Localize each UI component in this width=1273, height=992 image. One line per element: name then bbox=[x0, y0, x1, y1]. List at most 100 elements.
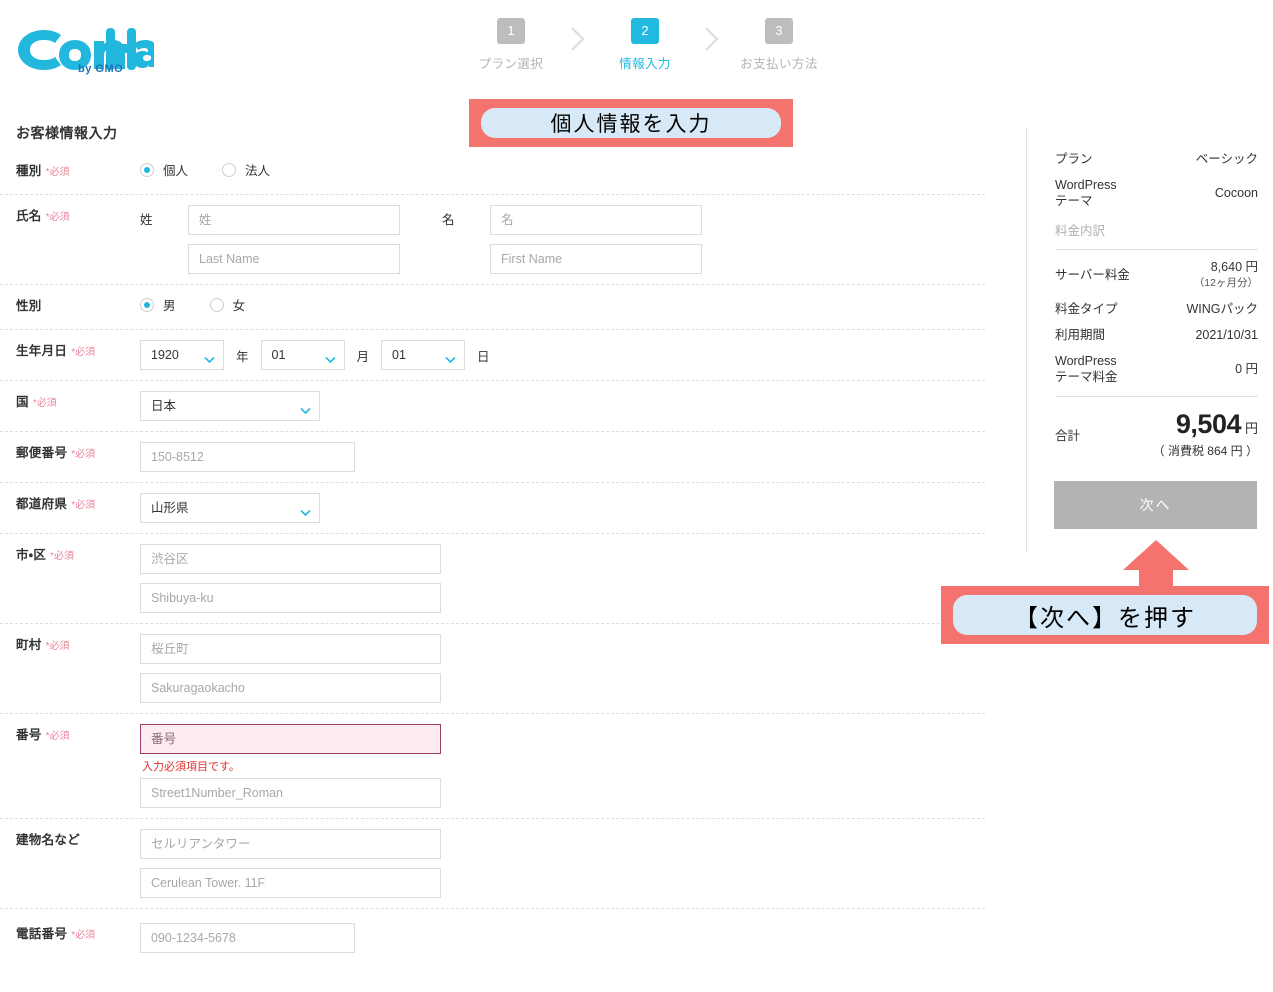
label-street-number-text: 番号 bbox=[16, 728, 42, 742]
summary-fee-type-value: WINGパック bbox=[1186, 302, 1258, 316]
label-building-text: 建物名など bbox=[16, 833, 81, 847]
radio-gender-female[interactable]: 女 bbox=[209, 295, 246, 314]
radio-dot-icon bbox=[140, 162, 154, 177]
first-name-en-input[interactable] bbox=[490, 244, 702, 274]
postal-code-input[interactable] bbox=[140, 442, 355, 472]
label-type-text: 種別 bbox=[16, 164, 42, 178]
phone-number-input[interactable] bbox=[140, 923, 355, 953]
stepper-step-2-label: 情報入力 bbox=[619, 57, 671, 71]
label-gender-text: 性別 bbox=[16, 299, 42, 313]
radio-dot-icon bbox=[140, 297, 154, 312]
label-building: 建物名など bbox=[0, 829, 140, 851]
radio-dot-icon bbox=[209, 297, 224, 312]
summary-divider-2 bbox=[1055, 396, 1258, 397]
sub-label-first-name: 名 bbox=[442, 213, 455, 227]
unit-year: 年 bbox=[236, 349, 249, 364]
radio-group-gender: 男 女 bbox=[140, 295, 985, 314]
annotation-callout-personal-info: 個人情報を入力 bbox=[469, 99, 793, 147]
town-en-input[interactable] bbox=[140, 673, 441, 703]
street-number-en-input[interactable] bbox=[140, 778, 441, 808]
radio-type-individual-label: 個人 bbox=[163, 164, 189, 178]
summary-theme-key-line2: テーマ bbox=[1055, 194, 1093, 208]
customer-info-form: 種別 *必須 個人 法人 氏名 *必須 姓 姓 Last Name 名 名 Fi… bbox=[0, 150, 985, 963]
stepper-step-2-badge: 2 bbox=[631, 18, 659, 44]
radio-type-individual[interactable]: 個人 bbox=[140, 160, 188, 179]
first-name-jp-input[interactable] bbox=[490, 205, 702, 235]
birth-year-select[interactable]: 1920 bbox=[140, 340, 224, 370]
sub-label-last-name: 姓 bbox=[140, 213, 153, 227]
annotation-callout-personal-info-text: 個人情報を入力 bbox=[481, 108, 781, 138]
summary-total-tax: （ 消費税 864 円 ） bbox=[1152, 444, 1258, 458]
label-birthday: 生年月日 *必須 bbox=[0, 340, 140, 364]
radio-type-corporate-label: 法人 bbox=[245, 164, 271, 178]
summary-total-amount: 9,504 bbox=[1175, 409, 1242, 439]
radio-type-corporate[interactable]: 法人 bbox=[222, 160, 270, 179]
label-country-text: 国 bbox=[16, 395, 29, 409]
stepper-chevron-1-icon bbox=[559, 18, 597, 54]
summary-total-right: 9,504 円 （ 消費税 864 円 ） bbox=[1153, 409, 1258, 459]
street-number-jp-input[interactable] bbox=[140, 724, 441, 754]
building-en-input[interactable] bbox=[140, 868, 441, 898]
birth-month-select-wrap: 01 bbox=[260, 340, 345, 370]
summary-plan-value: ベーシック bbox=[1195, 152, 1258, 166]
required-mark: *必須 bbox=[71, 347, 96, 358]
radio-gender-female-label: 女 bbox=[232, 299, 246, 313]
country-select[interactable]: 日本 bbox=[140, 391, 320, 421]
birth-year-select-wrap: 1920 bbox=[140, 340, 224, 370]
city-en-input[interactable] bbox=[140, 583, 441, 613]
summary-total-unit: 円 bbox=[1244, 421, 1258, 436]
summary-theme-key: WordPress テーマ bbox=[1055, 177, 1117, 209]
required-mark: *必須 bbox=[32, 398, 57, 409]
conoha-logo[interactable]: by GMO bbox=[14, 24, 158, 76]
summary-server-fee-value: 8,640 円 bbox=[1210, 260, 1258, 274]
stepper-step-1[interactable]: 1 プラン選択 bbox=[463, 18, 559, 72]
stepper-step-1-badge: 1 bbox=[497, 18, 525, 44]
summary-theme-value: Cocoon bbox=[1214, 186, 1258, 200]
summary-period-value: 2021/10/31 bbox=[1195, 328, 1258, 342]
last-name-en-input[interactable] bbox=[188, 244, 400, 274]
label-name: 氏名 *必須 bbox=[0, 205, 140, 229]
label-name-text: 氏名 bbox=[16, 209, 42, 223]
required-mark: *必須 bbox=[45, 731, 70, 742]
summary-server-fee-sub: （12ヶ月分） bbox=[1193, 277, 1258, 289]
required-mark: *必須 bbox=[45, 167, 70, 178]
summary-row-theme-fee: WordPress テーマ料金 0 円 bbox=[1055, 348, 1258, 390]
label-city: 市・区 *必須 bbox=[0, 544, 140, 568]
form-row-type: 種別 *必須 個人 法人 bbox=[0, 150, 985, 195]
city-jp-input[interactable] bbox=[140, 544, 441, 574]
building-jp-input[interactable] bbox=[140, 829, 441, 859]
annotation-callout-press-next-text: 【次へ】を押す bbox=[953, 595, 1257, 635]
label-type: 種別 *必須 bbox=[0, 160, 140, 184]
birth-day-select[interactable]: 01 bbox=[381, 340, 466, 370]
last-name-jp-input[interactable] bbox=[188, 205, 400, 235]
summary-fee-type-key: 料金タイプ bbox=[1055, 302, 1118, 316]
label-postal: 郵便番号 *必須 bbox=[0, 442, 140, 466]
label-prefecture-text: 都道府県 bbox=[16, 497, 68, 511]
form-row-country: 国 *必須 日本 bbox=[0, 381, 985, 432]
sidebar-divider bbox=[1026, 128, 1027, 552]
town-jp-input[interactable] bbox=[140, 634, 441, 664]
required-mark: *必須 bbox=[71, 500, 96, 511]
required-mark: *必須 bbox=[45, 212, 70, 223]
stepper-step-2[interactable]: 2 情報入力 bbox=[597, 18, 693, 72]
summary-server-fee-value-wrap: 8,640 円 （12ヶ月分） bbox=[1194, 259, 1258, 291]
form-row-street-number: 番号*必須 入力必須項目です。 bbox=[0, 714, 985, 819]
summary-theme-key-line1: WordPress bbox=[1055, 178, 1117, 192]
label-birthday-text: 生年月日 bbox=[16, 344, 68, 358]
radio-dot-icon bbox=[222, 162, 237, 177]
next-button[interactable]: 次へ bbox=[1054, 481, 1257, 529]
stepper-step-3[interactable]: 3 お支払い方法 bbox=[731, 18, 827, 72]
prefecture-select[interactable]: 山形県 bbox=[140, 493, 320, 523]
country-select-wrap: 日本 bbox=[140, 391, 320, 421]
required-mark: *必須 bbox=[45, 641, 70, 652]
annotation-callout-press-next: 【次へ】を押す bbox=[941, 586, 1269, 644]
summary-row-period: 利用期間 2021/10/31 bbox=[1055, 322, 1258, 348]
label-postal-text: 郵便番号 bbox=[16, 446, 68, 460]
form-row-city: 市・区 *必須 bbox=[0, 534, 985, 624]
radio-gender-male[interactable]: 男 bbox=[140, 295, 176, 314]
summary-theme-fee-key-line2: テーマ料金 bbox=[1055, 370, 1118, 384]
birth-month-select[interactable]: 01 bbox=[260, 340, 345, 370]
summary-period-key: 利用期間 bbox=[1055, 328, 1106, 342]
radio-gender-male-label: 男 bbox=[163, 299, 176, 313]
label-city-text: 市・区 bbox=[16, 548, 47, 562]
